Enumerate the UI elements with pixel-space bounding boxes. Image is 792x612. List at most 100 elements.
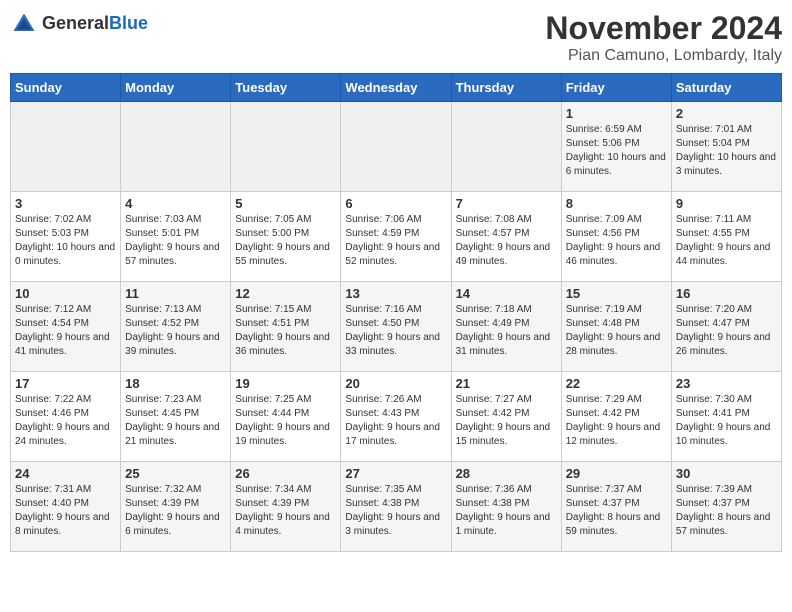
weekday-header-cell: Thursday [451, 74, 561, 102]
day-info: Sunrise: 7:15 AM Sunset: 4:51 PM Dayligh… [235, 303, 336, 359]
day-info: Sunrise: 7:05 AM Sunset: 5:00 PM Dayligh… [235, 213, 336, 269]
logo-general: General [42, 13, 109, 33]
calendar-day-cell: 20 Sunrise: 7:26 AM Sunset: 4:43 PM Dayli… [341, 372, 451, 462]
day-number: 7 [456, 196, 557, 211]
day-info: Sunrise: 7:25 AM Sunset: 4:44 PM Dayligh… [235, 393, 336, 449]
calendar-table: SundayMondayTuesdayWednesdayThursdayFrid… [10, 73, 782, 552]
day-number: 14 [456, 286, 557, 301]
location-title: Pian Camuno, Lombardy, Italy [545, 47, 782, 65]
calendar-day-cell: 5 Sunrise: 7:05 AM Sunset: 5:00 PM Daylig… [231, 192, 341, 282]
calendar-day-cell [121, 102, 231, 192]
header: GeneralBlue November 2024 Pian Camuno, L… [10, 10, 782, 65]
day-number: 19 [235, 376, 336, 391]
logo-blue: Blue [109, 13, 148, 33]
day-info: Sunrise: 7:26 AM Sunset: 4:43 PM Dayligh… [345, 393, 446, 449]
day-number: 3 [15, 196, 116, 211]
calendar-week-row: 24 Sunrise: 7:31 AM Sunset: 4:40 PM Dayli… [11, 462, 782, 552]
month-title: November 2024 [545, 10, 782, 47]
day-number: 30 [676, 466, 777, 481]
day-info: Sunrise: 7:30 AM Sunset: 4:41 PM Dayligh… [676, 393, 777, 449]
day-number: 20 [345, 376, 446, 391]
day-number: 15 [566, 286, 667, 301]
day-number: 22 [566, 376, 667, 391]
weekday-header-cell: Saturday [671, 74, 781, 102]
weekday-header-cell: Wednesday [341, 74, 451, 102]
calendar-day-cell: 2 Sunrise: 7:01 AM Sunset: 5:04 PM Daylig… [671, 102, 781, 192]
day-info: Sunrise: 7:31 AM Sunset: 4:40 PM Dayligh… [15, 483, 116, 539]
day-number: 24 [15, 466, 116, 481]
day-number: 25 [125, 466, 226, 481]
day-number: 27 [345, 466, 446, 481]
calendar-day-cell: 7 Sunrise: 7:08 AM Sunset: 4:57 PM Daylig… [451, 192, 561, 282]
calendar-day-cell: 1 Sunrise: 6:59 AM Sunset: 5:06 PM Daylig… [561, 102, 671, 192]
day-info: Sunrise: 7:18 AM Sunset: 4:49 PM Dayligh… [456, 303, 557, 359]
calendar-day-cell: 3Sunrise: 7:02 AM Sunset: 5:03 PM Daylig… [11, 192, 121, 282]
day-number: 6 [345, 196, 446, 211]
calendar-day-cell: 8Sunrise: 7:09 AM Sunset: 4:56 PM Daylig… [561, 192, 671, 282]
calendar-day-cell: 9 Sunrise: 7:11 AM Sunset: 4:55 PM Daylig… [671, 192, 781, 282]
day-number: 5 [235, 196, 336, 211]
weekday-header-cell: Tuesday [231, 74, 341, 102]
calendar-week-row: 10Sunrise: 7:12 AM Sunset: 4:54 PM Dayli… [11, 282, 782, 372]
day-info: Sunrise: 7:12 AM Sunset: 4:54 PM Dayligh… [15, 303, 116, 359]
calendar-day-cell: 4 Sunrise: 7:03 AM Sunset: 5:01 PM Daylig… [121, 192, 231, 282]
calendar-day-cell: 29 Sunrise: 7:37 AM Sunset: 4:37 PM Dayli… [561, 462, 671, 552]
calendar-day-cell: 16Sunrise: 7:20 AM Sunset: 4:47 PM Dayli… [671, 282, 781, 372]
day-number: 2 [676, 106, 777, 121]
calendar-day-cell [11, 102, 121, 192]
weekday-header-cell: Sunday [11, 74, 121, 102]
calendar-day-cell: 19 Sunrise: 7:25 AM Sunset: 4:44 PM Dayli… [231, 372, 341, 462]
logo-icon [10, 10, 38, 38]
calendar-week-row: 17 Sunrise: 7:22 AM Sunset: 4:46 PM Dayli… [11, 372, 782, 462]
day-number: 13 [345, 286, 446, 301]
title-area: November 2024 Pian Camuno, Lombardy, Ita… [545, 10, 782, 65]
day-number: 23 [676, 376, 777, 391]
day-number: 26 [235, 466, 336, 481]
logo: GeneralBlue [10, 10, 148, 38]
day-info: Sunrise: 7:03 AM Sunset: 5:01 PM Dayligh… [125, 213, 226, 269]
day-number: 1 [566, 106, 667, 121]
day-info: Sunrise: 7:37 AM Sunset: 4:37 PM Dayligh… [566, 483, 667, 539]
calendar-day-cell: 11 Sunrise: 7:13 AM Sunset: 4:52 PM Dayli… [121, 282, 231, 372]
day-info: Sunrise: 7:39 AM Sunset: 4:37 PM Dayligh… [676, 483, 777, 539]
calendar-day-cell: 23 Sunrise: 7:30 AM Sunset: 4:41 PM Dayli… [671, 372, 781, 462]
day-number: 16 [676, 286, 777, 301]
calendar-day-cell: 18Sunrise: 7:23 AM Sunset: 4:45 PM Dayli… [121, 372, 231, 462]
calendar-day-cell: 12 Sunrise: 7:15 AM Sunset: 4:51 PM Dayli… [231, 282, 341, 372]
day-info: Sunrise: 7:13 AM Sunset: 4:52 PM Dayligh… [125, 303, 226, 359]
day-info: Sunrise: 7:11 AM Sunset: 4:55 PM Dayligh… [676, 213, 777, 269]
day-info: Sunrise: 7:29 AM Sunset: 4:42 PM Dayligh… [566, 393, 667, 449]
calendar-day-cell: 6 Sunrise: 7:06 AM Sunset: 4:59 PM Daylig… [341, 192, 451, 282]
day-number: 21 [456, 376, 557, 391]
day-number: 28 [456, 466, 557, 481]
calendar-week-row: 3Sunrise: 7:02 AM Sunset: 5:03 PM Daylig… [11, 192, 782, 282]
day-info: Sunrise: 7:22 AM Sunset: 4:46 PM Dayligh… [15, 393, 116, 449]
day-info: Sunrise: 7:06 AM Sunset: 4:59 PM Dayligh… [345, 213, 446, 269]
day-info: Sunrise: 7:01 AM Sunset: 5:04 PM Dayligh… [676, 123, 777, 179]
calendar-day-cell: 28 Sunrise: 7:36 AM Sunset: 4:38 PM Dayli… [451, 462, 561, 552]
calendar-week-row: 1 Sunrise: 6:59 AM Sunset: 5:06 PM Daylig… [11, 102, 782, 192]
weekday-header-cell: Monday [121, 74, 231, 102]
calendar-day-cell [341, 102, 451, 192]
day-info: Sunrise: 6:59 AM Sunset: 5:06 PM Dayligh… [566, 123, 667, 179]
day-info: Sunrise: 7:36 AM Sunset: 4:38 PM Dayligh… [456, 483, 557, 539]
calendar-day-cell: 10Sunrise: 7:12 AM Sunset: 4:54 PM Dayli… [11, 282, 121, 372]
day-info: Sunrise: 7:34 AM Sunset: 4:39 PM Dayligh… [235, 483, 336, 539]
day-number: 29 [566, 466, 667, 481]
weekday-header-row: SundayMondayTuesdayWednesdayThursdayFrid… [11, 74, 782, 102]
calendar-day-cell: 13Sunrise: 7:16 AM Sunset: 4:50 PM Dayli… [341, 282, 451, 372]
calendar-day-cell: 26 Sunrise: 7:34 AM Sunset: 4:39 PM Dayli… [231, 462, 341, 552]
day-info: Sunrise: 7:08 AM Sunset: 4:57 PM Dayligh… [456, 213, 557, 269]
day-number: 12 [235, 286, 336, 301]
calendar-day-cell: 21Sunrise: 7:27 AM Sunset: 4:42 PM Dayli… [451, 372, 561, 462]
day-number: 17 [15, 376, 116, 391]
calendar-day-cell [231, 102, 341, 192]
calendar-day-cell: 17 Sunrise: 7:22 AM Sunset: 4:46 PM Dayli… [11, 372, 121, 462]
day-info: Sunrise: 7:32 AM Sunset: 4:39 PM Dayligh… [125, 483, 226, 539]
calendar-day-cell: 22 Sunrise: 7:29 AM Sunset: 4:42 PM Dayli… [561, 372, 671, 462]
day-number: 4 [125, 196, 226, 211]
day-number: 11 [125, 286, 226, 301]
day-number: 9 [676, 196, 777, 211]
calendar-day-cell: 14 Sunrise: 7:18 AM Sunset: 4:49 PM Dayli… [451, 282, 561, 372]
day-number: 18 [125, 376, 226, 391]
